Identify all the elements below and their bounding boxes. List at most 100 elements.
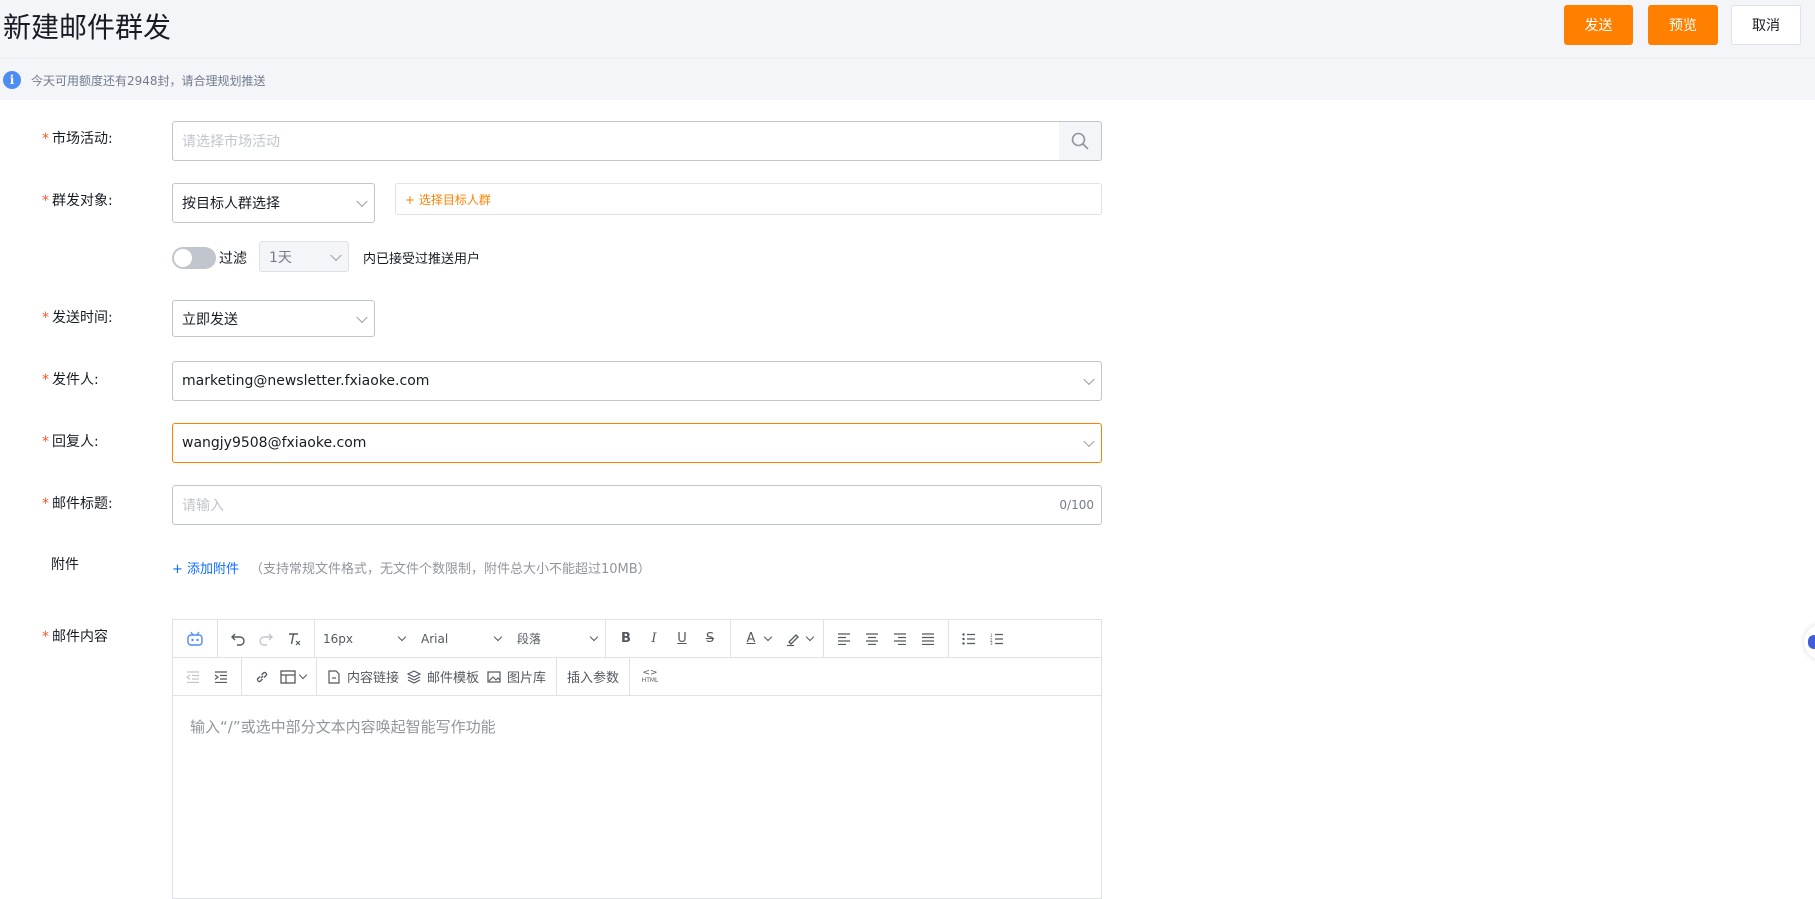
campaign-label-text: 市场活动: — [52, 131, 113, 147]
image-library-button[interactable]: 图片库 — [483, 663, 550, 691]
highlight-icon[interactable] — [779, 625, 807, 653]
select-target-audience-link[interactable]: + 选择目标人群 — [395, 183, 1102, 215]
font-family-select[interactable]: Arial — [413, 632, 509, 646]
send-time-value: 立即发送 — [182, 311, 238, 328]
paragraph-select[interactable]: 段落 — [509, 630, 605, 647]
chevron-down-icon — [1083, 435, 1095, 448]
font-size-select[interactable]: 16px — [315, 632, 413, 646]
assistant-icon — [1808, 635, 1815, 649]
subject-counter: 0/100 — [1059, 498, 1094, 512]
required-mark: * — [42, 131, 49, 147]
tb-group-params: 插入参数 — [557, 658, 631, 695]
toggle-knob — [174, 249, 192, 267]
ai-assistant-icon[interactable] — [181, 625, 209, 653]
filter-period-select[interactable]: 1天 — [259, 241, 349, 272]
mail-template-label: 邮件模板 — [427, 671, 480, 686]
sender-value: marketing@newsletter.fxiaoke.com — [182, 373, 430, 389]
page-title: 新建邮件群发 — [3, 11, 172, 44]
filter-period-value: 1天 — [269, 249, 292, 266]
rich-text-editor[interactable]: 16px Arial 段落 B I U S A 123 内容链接 邮件模板 图片… — [172, 619, 1102, 899]
insert-params-button[interactable]: 插入参数 — [563, 663, 623, 691]
tb-group-lists: 123 — [949, 620, 1017, 657]
quota-notice: i 今天可用额度还有2948封，请合理规划推送 — [0, 58, 1815, 100]
undo-icon[interactable] — [224, 625, 252, 653]
sender-select[interactable]: marketing@newsletter.fxiaoke.com — [172, 361, 1102, 401]
numbered-list-icon[interactable]: 123 — [983, 625, 1011, 653]
tb-group-content: 内容链接 邮件模板 图片库 — [317, 658, 558, 695]
mail-template-button[interactable]: 邮件模板 — [403, 663, 483, 691]
audience-label-text: 群发对象: — [52, 193, 113, 209]
campaign-label: * 市场活动: — [42, 128, 113, 148]
required-mark: * — [42, 193, 49, 209]
filter-label: 过滤 — [219, 251, 247, 267]
subject-label: * 邮件标题: — [42, 493, 113, 513]
campaign-input[interactable]: 请选择市场活动 — [172, 121, 1060, 161]
preview-button[interactable]: 预览 — [1648, 5, 1718, 45]
chevron-down-icon — [1083, 373, 1095, 386]
underline-button[interactable]: U — [668, 625, 696, 653]
content-link-label: 内容链接 — [347, 671, 400, 686]
image-icon — [487, 670, 501, 683]
info-icon: i — [3, 71, 21, 89]
bullet-list-icon[interactable] — [955, 625, 983, 653]
clear-format-icon[interactable] — [280, 625, 308, 653]
tb-group-text-style: B I U S — [606, 620, 731, 657]
italic-button[interactable]: I — [640, 625, 668, 653]
paragraph-value: 段落 — [517, 632, 542, 646]
align-right-icon[interactable] — [886, 625, 914, 653]
campaign-placeholder: 请选择市场活动 — [182, 134, 280, 150]
html-label: HTML — [641, 676, 659, 684]
sender-label-text: 发件人: — [52, 372, 99, 388]
html-source-button[interactable]: <> HTML — [636, 663, 664, 691]
subject-label-text: 邮件标题: — [52, 496, 113, 512]
svg-text:3: 3 — [990, 641, 993, 645]
subject-input[interactable]: 请输入 0/100 — [172, 485, 1102, 525]
send-button[interactable]: 发送 — [1564, 5, 1633, 45]
chevron-down-icon — [298, 670, 308, 679]
chevron-down-icon — [356, 195, 368, 208]
outdent-icon[interactable] — [179, 663, 207, 691]
floating-assistant-button[interactable] — [1804, 624, 1815, 660]
strikethrough-button[interactable]: S — [696, 625, 724, 653]
add-attachment-link[interactable]: + 添加附件 — [172, 558, 239, 577]
code-icon: <> — [642, 667, 658, 678]
cancel-button[interactable]: 取消 — [1731, 5, 1801, 45]
content-label-text: 邮件内容 — [52, 629, 108, 645]
campaign-search-button[interactable] — [1059, 121, 1102, 161]
table-icon[interactable] — [276, 663, 310, 691]
font-color-button[interactable]: A — [737, 625, 765, 653]
link-icon[interactable] — [248, 663, 276, 691]
chevron-down-icon — [493, 632, 503, 641]
layers-icon — [407, 669, 422, 684]
reply-to-select[interactable]: wangjy9508@fxiaoke.com — [172, 423, 1102, 463]
audience-mode-select[interactable]: 按目标人群选择 — [172, 183, 375, 223]
image-library-label: 图片库 — [507, 671, 547, 686]
required-mark: * — [42, 310, 49, 326]
tb-group-html: <> HTML — [630, 658, 670, 695]
filter-toggle[interactable] — [172, 247, 216, 269]
chevron-down-icon[interactable] — [805, 632, 815, 641]
align-left-icon[interactable] — [830, 625, 858, 653]
sender-label: * 发件人: — [42, 369, 99, 389]
bold-button[interactable]: B — [612, 625, 640, 653]
font-family-value: Arial — [421, 631, 449, 646]
required-mark: * — [42, 372, 49, 388]
send-time-label: * 发送时间: — [42, 307, 113, 327]
align-center-icon[interactable] — [858, 625, 886, 653]
chevron-down-icon[interactable] — [763, 632, 773, 641]
tb-group-insert — [242, 658, 317, 695]
send-time-select[interactable]: 立即发送 — [172, 300, 375, 337]
chevron-down-icon — [589, 632, 599, 641]
attachment-hint: （支持常规文件格式，无文件个数限制，附件总大小不能超过10MB） — [250, 562, 651, 577]
attachment-label: 附件 — [51, 557, 79, 573]
audience-label: * 群发对象: — [42, 190, 113, 210]
align-justify-icon[interactable] — [914, 625, 942, 653]
redo-icon[interactable] — [252, 625, 280, 653]
reply-to-value: wangjy9508@fxiaoke.com — [182, 435, 367, 451]
tb-group-align — [824, 620, 949, 657]
content-label: * 邮件内容 — [42, 626, 108, 646]
chevron-down-icon — [356, 311, 368, 323]
content-link-button[interactable]: 内容链接 — [323, 663, 403, 691]
indent-icon[interactable] — [207, 663, 235, 691]
page-header: 新建邮件群发 发送 预览 取消 — [0, 0, 1815, 58]
